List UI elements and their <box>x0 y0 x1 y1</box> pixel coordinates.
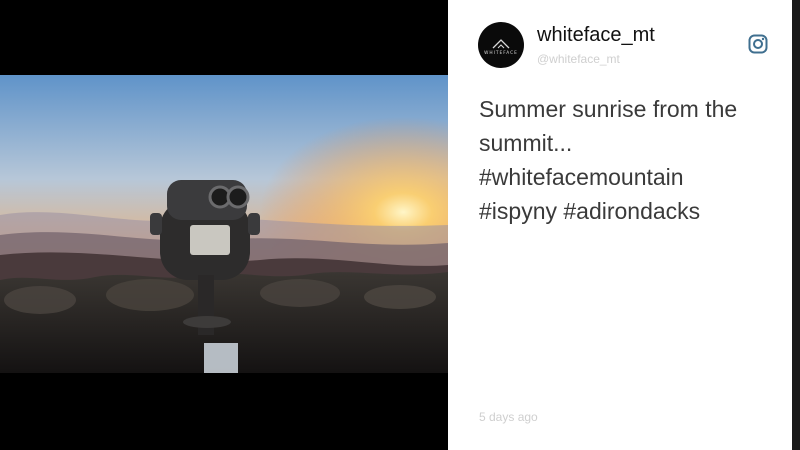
post-photo-pane <box>0 0 448 450</box>
post-timestamp: 5 days ago <box>479 410 538 424</box>
avatar-logo-text: WHITEFACE <box>484 50 518 56</box>
post-username[interactable]: whiteface_mt <box>537 24 655 47</box>
right-edge-bar <box>792 0 800 450</box>
mountain-logo-icon <box>492 38 510 48</box>
post-photo <box>0 75 448 373</box>
post-handle[interactable]: @whiteface_mt <box>537 52 620 66</box>
caption-hashtag[interactable]: #ispyny #adirondacks <box>479 194 779 228</box>
instagram-icon[interactable] <box>748 34 768 54</box>
caption-line: summit... <box>479 130 573 156</box>
avatar[interactable]: WHITEFACE <box>478 22 524 68</box>
post-caption: Summer sunrise from the summit... #white… <box>479 92 779 228</box>
caption-line: Summer sunrise from the <box>479 96 738 122</box>
caption-hashtag[interactable]: #whitefacemountain <box>479 160 779 194</box>
